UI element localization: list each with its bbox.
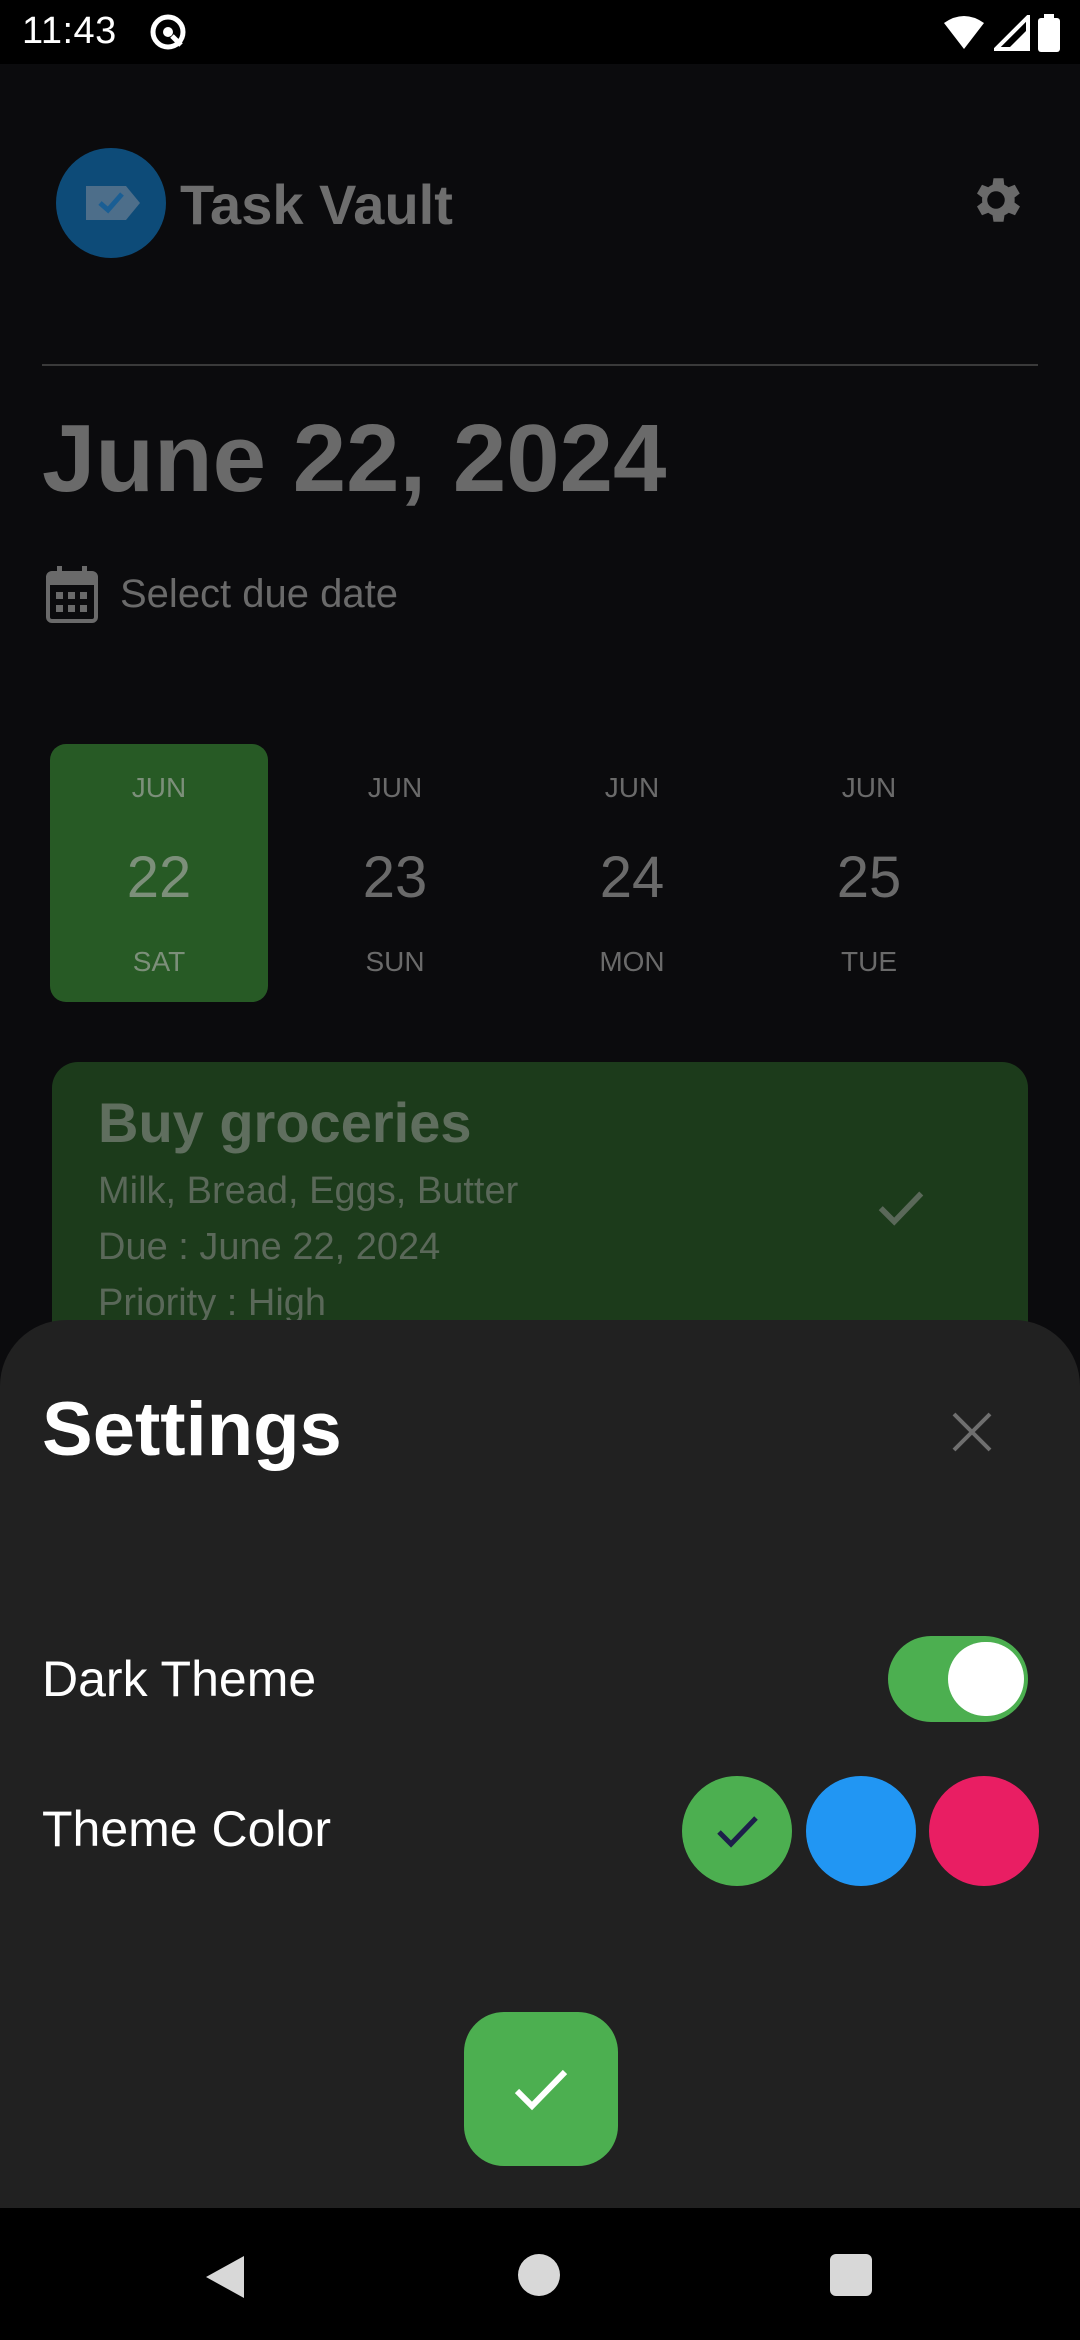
toggle-knob — [948, 1642, 1024, 1716]
day-number: 24 — [599, 845, 665, 910]
day-weekday: TUE — [841, 946, 897, 977]
task-due: Due : June 22, 2024 — [98, 1226, 441, 1268]
check-icon — [717, 1816, 758, 1848]
task-description: Milk, Bread, Eggs, Butter — [98, 1170, 519, 1212]
select-due-date[interactable]: Select due date — [46, 564, 398, 624]
app-logo — [56, 148, 166, 258]
task-card[interactable]: Buy groceries Milk, Bread, Eggs, Butter … — [52, 1062, 1028, 1352]
day-item-24[interactable]: JUN 24 MON — [523, 744, 741, 1002]
app-title: Task Vault — [180, 173, 453, 236]
day-weekday: SUN — [365, 946, 425, 977]
day-item-25[interactable]: JUN 25 TUE — [760, 744, 978, 1002]
status-bar: 11:43 — [0, 0, 1080, 64]
gear-icon[interactable] — [966, 170, 1026, 230]
task-title: Buy groceries — [98, 1091, 472, 1154]
day-weekday: MON — [599, 946, 665, 977]
theme-color-blue[interactable] — [806, 1776, 916, 1886]
signal-icon — [994, 15, 1030, 51]
home-button[interactable] — [518, 2254, 560, 2296]
save-button[interactable] — [464, 2012, 618, 2166]
system-nav-bar — [0, 2208, 1080, 2340]
status-time: 11:43 — [22, 10, 117, 52]
dark-theme-label: Dark Theme — [42, 1651, 317, 1707]
check-icon[interactable] — [874, 1180, 928, 1234]
header-divider — [42, 364, 1038, 366]
day-month: JUN — [367, 772, 423, 803]
wifi-icon — [944, 16, 984, 49]
day-strip: JUN 22 SAT JUN 23 SUN JUN 24 MON JUN 25 … — [50, 744, 1010, 1002]
back-icon[interactable] — [202, 2254, 246, 2300]
task-priority: Priority : High — [98, 1282, 327, 1324]
date-title: June 22, 2024 — [42, 405, 667, 512]
day-number: 23 — [362, 845, 428, 910]
day-number: 25 — [836, 845, 902, 910]
theme-color-pink[interactable] — [929, 1776, 1039, 1886]
settings-title: Settings — [42, 1387, 342, 1472]
tag-check-icon — [86, 186, 140, 220]
day-month: JUN — [841, 772, 897, 803]
at-sign-icon — [150, 14, 186, 50]
theme-color-label: Theme Color — [42, 1801, 331, 1857]
day-month: JUN — [131, 772, 187, 803]
day-item-22[interactable]: JUN 22 SAT — [50, 744, 268, 1002]
settings-sheet: Settings Dark Theme Theme Color — [0, 1320, 1080, 2208]
day-item-23[interactable]: JUN 23 SUN — [286, 744, 504, 1002]
battery-icon — [1038, 14, 1060, 52]
day-month: JUN — [604, 772, 660, 803]
app-header: Task Vault — [42, 148, 1040, 268]
check-icon — [514, 2069, 568, 2111]
dark-theme-toggle[interactable] — [888, 1636, 1028, 1722]
calendar-icon — [46, 566, 98, 623]
theme-color-green[interactable] — [682, 1776, 792, 1886]
day-number: 22 — [126, 845, 192, 910]
recents-button[interactable] — [830, 2254, 872, 2296]
day-weekday: SAT — [132, 946, 186, 977]
due-date-label: Select due date — [120, 571, 398, 616]
close-icon[interactable] — [940, 1400, 1004, 1464]
